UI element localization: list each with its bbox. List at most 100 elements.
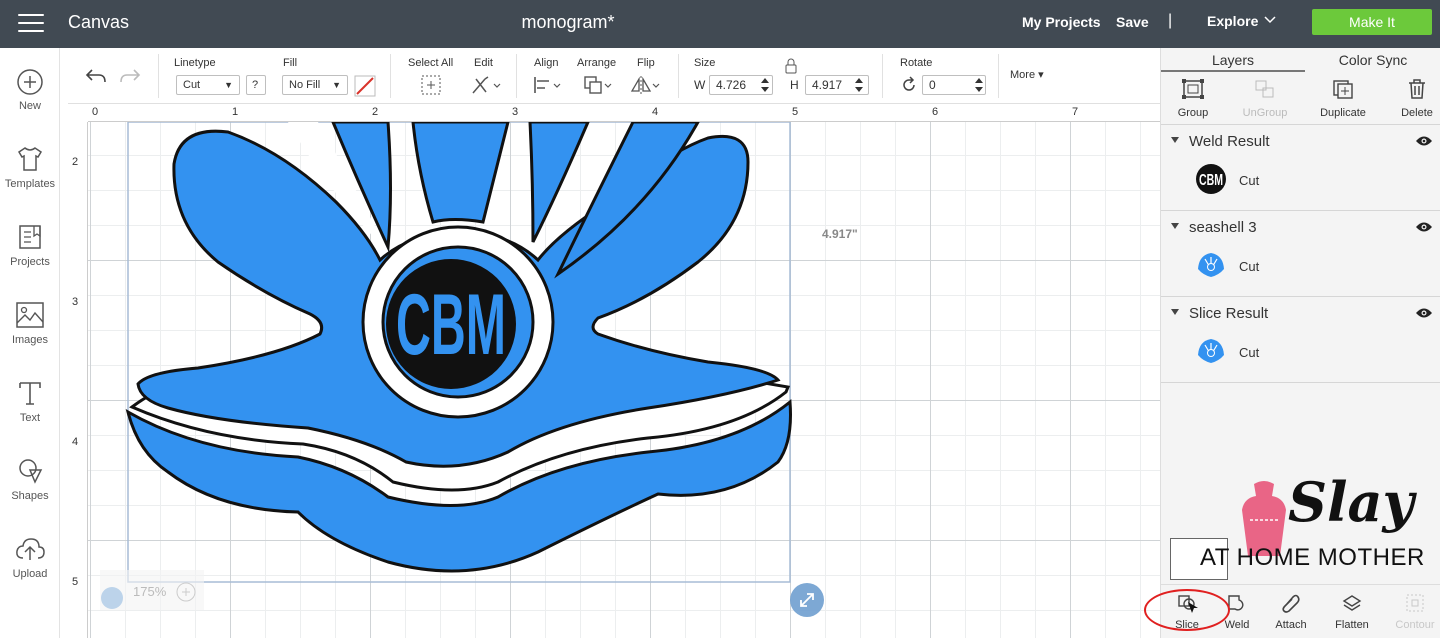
sidebar-item-text[interactable]: Text — [0, 378, 60, 450]
layer-group-title[interactable]: Slice Result — [1171, 305, 1268, 322]
size-label: Size — [694, 57, 716, 69]
shell-ridge — [411, 122, 510, 224]
lock-icon[interactable] — [784, 58, 798, 74]
layer-group-slice-result[interactable]: Slice Result Cut — [1161, 296, 1440, 382]
save-button[interactable]: Save — [1116, 14, 1149, 30]
layer-item-cut[interactable]: Cut — [1239, 259, 1259, 274]
watermark-slay: Slay — [1288, 470, 1414, 534]
toolbar-divider — [158, 54, 159, 98]
ruler-tick-label: 2 — [372, 106, 379, 118]
sidebar-item-projects[interactable]: Projects — [0, 222, 60, 294]
flip-icon[interactable] — [630, 74, 662, 96]
layer-item-cut[interactable]: Cut — [1239, 345, 1259, 360]
linetype-help-button[interactable]: ? — [246, 75, 266, 95]
align-label: Align — [534, 57, 559, 69]
ruler-tick-label: 4 — [72, 436, 79, 448]
shirt-icon — [17, 147, 43, 171]
fill-value: No Fill — [289, 79, 321, 91]
tab-color-sync[interactable]: Color Sync — [1305, 48, 1440, 72]
top-separator: | — [1168, 12, 1173, 29]
thumbnail-monogram-text: CBM — [1199, 172, 1223, 189]
more-menu[interactable]: More ▾ — [1010, 68, 1044, 81]
width-stepper-icon[interactable] — [760, 77, 770, 93]
collapse-triangle-icon[interactable] — [1171, 137, 1179, 143]
redo-icon[interactable] — [118, 66, 142, 86]
more-label: More — [1010, 69, 1036, 81]
contour-label: Contour — [1395, 619, 1435, 631]
sidebar-item-label: Text — [19, 412, 41, 424]
layer-group-weld-result[interactable]: Weld Result CBM Cut — [1161, 124, 1440, 210]
select-all-label: Select All — [408, 57, 454, 69]
sidebar-item-label: Templates — [4, 178, 56, 190]
layer-item-cut[interactable]: Cut — [1239, 173, 1259, 188]
rotate-stepper-icon[interactable] — [974, 77, 984, 93]
linetype-value: Cut — [183, 79, 201, 91]
shapes-icon — [19, 459, 43, 484]
sidebar-item-upload[interactable]: Upload — [0, 534, 60, 606]
sidebar-item-templates[interactable]: Templates — [0, 144, 60, 216]
toolbar-divider — [678, 54, 679, 98]
ruler-tick-label: 4 — [652, 106, 659, 118]
eye-icon[interactable] — [1415, 135, 1433, 147]
slice-highlight-annotation — [1144, 589, 1230, 631]
sidebar-item-images[interactable]: Images — [0, 300, 60, 372]
my-projects-link[interactable]: My Projects — [1022, 14, 1101, 30]
edit-toolbar: Linetype Cut ▼ ? Fill No Fill ▼ Select All… — [68, 48, 1160, 104]
monogram-thumbnail[interactable]: CBM — [1195, 163, 1227, 195]
attach-button[interactable]: Attach — [1265, 593, 1317, 631]
document-title[interactable]: monogram* — [0, 12, 1136, 33]
linetype-select[interactable]: Cut ▼ — [176, 75, 240, 95]
ruler-tick-label: 1 — [232, 106, 239, 118]
dropdown-arrow-icon: ▼ — [224, 80, 233, 90]
paperclip-icon — [1282, 594, 1300, 613]
seashell-thumbnail[interactable] — [1195, 249, 1227, 281]
fill-select[interactable]: No Fill ▼ — [282, 75, 348, 95]
flatten-button[interactable]: Flatten — [1326, 593, 1378, 631]
ruler-tick-label: 2 — [72, 156, 79, 168]
select-all-icon[interactable] — [420, 74, 442, 96]
image-icon — [16, 302, 44, 328]
chevron-down-icon[interactable] — [1264, 13, 1276, 25]
zoom-level: 175% — [133, 584, 167, 599]
ungroup-button[interactable]: UnGroup — [1233, 78, 1297, 119]
height-stepper-icon[interactable] — [854, 77, 864, 93]
ruler-tick-label: 3 — [72, 296, 79, 308]
sidebar-item-label: Upload — [12, 568, 48, 580]
undo-icon[interactable] — [84, 66, 108, 86]
layer-group-title[interactable]: Weld Result — [1171, 133, 1270, 150]
layer-group-seashell-3[interactable]: seashell 3 Cut — [1161, 210, 1440, 296]
group-label: Group — [1177, 107, 1209, 119]
align-icon[interactable] — [532, 74, 564, 96]
delete-button[interactable]: Delete — [1385, 78, 1440, 119]
dropdown-arrow-icon: ▼ — [332, 80, 341, 90]
seashell-thumbnail[interactable] — [1195, 335, 1227, 367]
sidebar-item-new[interactable]: New — [0, 68, 60, 140]
collapse-triangle-icon[interactable] — [1171, 223, 1179, 229]
make-it-button[interactable]: Make It — [1312, 9, 1432, 35]
monogram-text[interactable]: CBM — [396, 277, 506, 373]
ungroup-icon — [1255, 80, 1274, 98]
eye-icon[interactable] — [1415, 221, 1433, 233]
design-canvas[interactable]: CBM 4.917" — [88, 122, 1160, 638]
seashell-monogram-design[interactable]: CBM — [88, 122, 1160, 638]
height-label: H — [790, 78, 799, 92]
duplicate-label: Duplicate — [1320, 107, 1366, 119]
explore-menu[interactable]: Explore — [1207, 13, 1258, 29]
edit-scissors-icon[interactable] — [470, 74, 502, 96]
toolbar-divider — [882, 54, 883, 98]
arrange-icon[interactable] — [582, 74, 614, 96]
resize-handle-icon[interactable] — [790, 583, 824, 617]
tab-layers[interactable]: Layers — [1161, 48, 1305, 72]
sidebar-item-shapes[interactable]: Shapes — [0, 456, 60, 528]
group-button[interactable]: Group — [1161, 78, 1225, 119]
left-sidebar: New Templates Projects Images Text Shape… — [0, 48, 60, 638]
contour-button[interactable]: Contour — [1389, 593, 1440, 631]
fill-color-swatch-icon[interactable] — [354, 75, 376, 97]
eye-icon[interactable] — [1415, 307, 1433, 319]
layer-group-title[interactable]: seashell 3 — [1171, 219, 1257, 236]
layer-name: Weld Result — [1189, 133, 1270, 150]
ruler-tick-label: 0 — [92, 106, 99, 118]
zoom-out-icon[interactable] — [101, 587, 123, 609]
duplicate-button[interactable]: Duplicate — [1311, 78, 1375, 119]
collapse-triangle-icon[interactable] — [1171, 309, 1179, 315]
